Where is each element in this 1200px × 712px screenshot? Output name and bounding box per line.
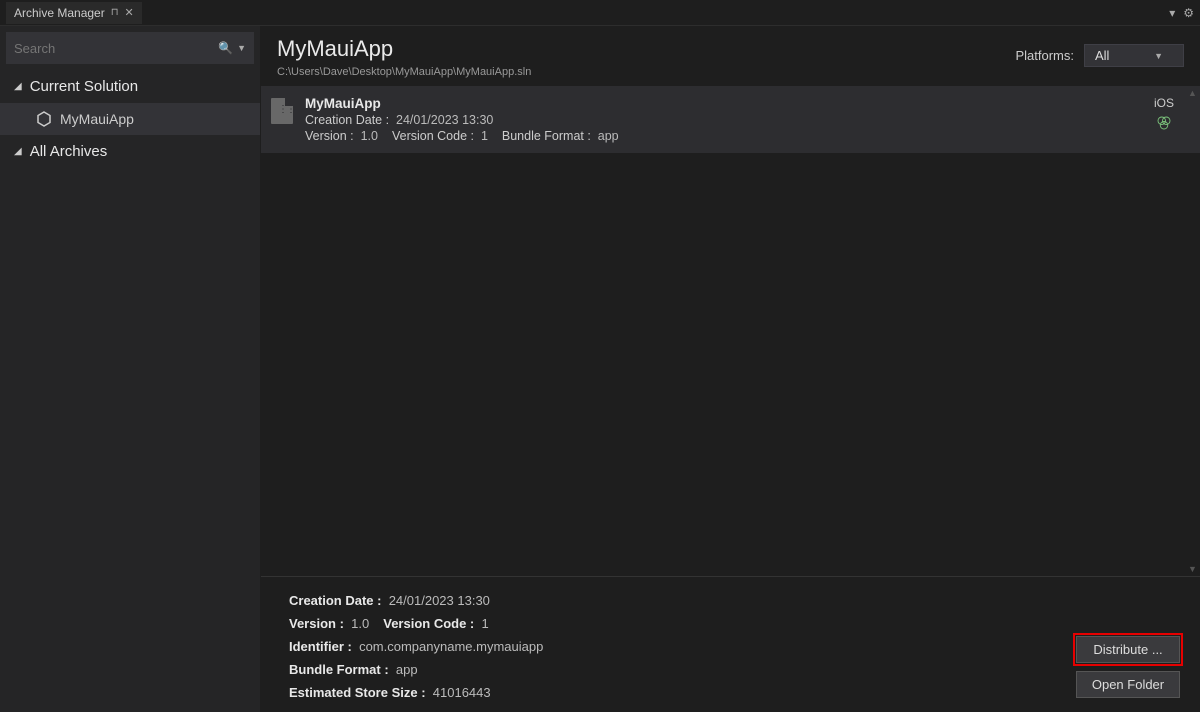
scroll-down-icon[interactable]: ▼: [1185, 564, 1200, 574]
detail-creation-date-label: Creation Date :: [289, 593, 381, 608]
archive-bundle-format-label: Bundle Format :: [502, 129, 591, 143]
archive-list-empty: [261, 153, 1200, 576]
content-area: MyMauiApp C:\Users\Dave\Desktop\MyMauiAp…: [261, 26, 1200, 712]
detail-identifier-value: com.companyname.mymauiapp: [359, 639, 543, 654]
distribute-button[interactable]: Distribute ...: [1076, 636, 1180, 663]
search-input[interactable]: [14, 41, 214, 56]
archive-version-code-value: 1: [481, 129, 488, 143]
scroll-up-icon[interactable]: ▲: [1185, 88, 1200, 98]
platforms-select[interactable]: All ▼: [1084, 44, 1184, 67]
section-label: All Archives: [30, 143, 108, 160]
pin-icon[interactable]: ⊓: [111, 7, 119, 18]
archive-version-code-label: Version Code :: [392, 129, 474, 143]
content-header: MyMauiApp C:\Users\Dave\Desktop\MyMauiAp…: [261, 26, 1200, 86]
archive-bundle-format-value: app: [598, 129, 619, 143]
archive-version-label: Version :: [305, 129, 354, 143]
close-icon[interactable]: ✕: [125, 6, 134, 19]
expand-icon: ◢: [14, 146, 22, 157]
detail-version-label: Version :: [289, 616, 344, 631]
sidebar-item-label: MyMauiApp: [60, 111, 134, 127]
archive-creation-date-label: Creation Date :: [305, 113, 389, 127]
sidebar: 🔍 ▼ ◢ Current Solution MyMauiApp ◢ All A…: [0, 26, 261, 712]
platforms-value: All: [1095, 48, 1109, 63]
tab-title: Archive Manager: [14, 6, 105, 20]
titlebar: Archive Manager ⊓ ✕ ▾ ⚙: [0, 0, 1200, 26]
expand-icon: ◢: [14, 81, 22, 92]
archive-file-icon: [271, 98, 293, 124]
archive-creation-date-value: 24/01/2023 13:30: [396, 113, 493, 127]
section-label: Current Solution: [30, 78, 138, 95]
archive-version-value: 1.0: [361, 129, 378, 143]
detail-creation-date-value: 24/01/2023 13:30: [389, 593, 490, 608]
search-input-row[interactable]: 🔍 ▼: [6, 32, 254, 64]
ios-icon: [1155, 114, 1173, 132]
archive-name: MyMauiApp: [305, 96, 1132, 111]
detail-identifier-label: Identifier :: [289, 639, 352, 654]
platform-label: iOS: [1154, 96, 1174, 110]
solution-path: C:\Users\Dave\Desktop\MyMauiApp\MyMauiAp…: [277, 66, 999, 78]
detail-version-code-label: Version Code :: [383, 616, 474, 631]
detail-version-value: 1.0: [351, 616, 369, 631]
open-folder-button[interactable]: Open Folder: [1076, 671, 1180, 698]
page-title: MyMauiApp: [277, 36, 999, 62]
detail-panel: Creation Date : 24/01/2023 13:30 Version…: [261, 576, 1200, 712]
window-dropdown-icon[interactable]: ▾: [1169, 6, 1175, 20]
sidebar-item-mymauiapp[interactable]: MyMauiApp: [0, 103, 260, 135]
hexagon-icon: [36, 111, 52, 127]
detail-estimated-size-value: 41016443: [433, 685, 491, 700]
search-dropdown-icon[interactable]: ▼: [237, 43, 246, 53]
scrollbar[interactable]: ▲ ▼: [1185, 86, 1200, 576]
archive-list: MyMauiApp Creation Date : 24/01/2023 13:…: [261, 86, 1200, 576]
search-icon[interactable]: 🔍: [218, 41, 233, 55]
window-tab[interactable]: Archive Manager ⊓ ✕: [6, 2, 142, 24]
sidebar-section-all-archives[interactable]: ◢ All Archives: [0, 135, 260, 168]
detail-bundle-format-value: app: [396, 662, 418, 677]
detail-version-code-value: 1: [482, 616, 489, 631]
platforms-label: Platforms:: [1015, 48, 1074, 63]
detail-estimated-size-label: Estimated Store Size :: [289, 685, 426, 700]
gear-icon[interactable]: ⚙: [1183, 6, 1194, 20]
chevron-down-icon: ▼: [1154, 51, 1163, 61]
archive-platform: iOS: [1144, 96, 1184, 132]
sidebar-section-current-solution[interactable]: ◢ Current Solution: [0, 70, 260, 103]
detail-bundle-format-label: Bundle Format :: [289, 662, 389, 677]
archive-row[interactable]: MyMauiApp Creation Date : 24/01/2023 13:…: [261, 86, 1200, 153]
